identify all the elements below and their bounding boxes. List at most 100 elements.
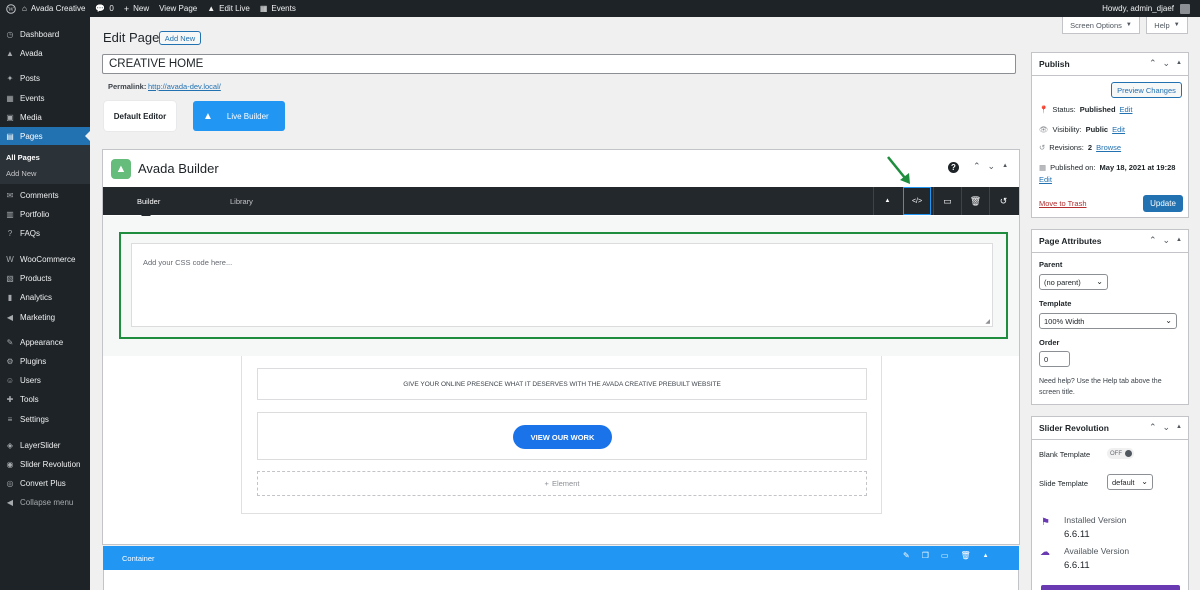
edit-status-link[interactable]: Edit	[1120, 105, 1133, 114]
chevron-down-icon: ⌄	[1165, 316, 1172, 325]
help-icon[interactable]: ?	[948, 162, 959, 173]
sidebar-item-pages[interactable]: ▤ Pages	[0, 127, 90, 145]
pin-icon: 📍	[1039, 105, 1049, 114]
edit-pencil-icon[interactable]: ✎	[903, 551, 910, 560]
view-our-work-button[interactable]: VIEW OUR WORK	[513, 425, 612, 449]
default-editor-button[interactable]: Default Editor	[104, 101, 176, 131]
trash-icon[interactable]: 🗑	[961, 187, 989, 215]
sidebar-item-avada[interactable]: ▲ Avada	[0, 44, 90, 62]
panel-controls: ⌃ ⌄ ▲	[973, 161, 1008, 172]
update-button[interactable]: Update	[1143, 195, 1183, 212]
toggle-arrow-icon[interactable]: ▲	[1176, 237, 1182, 246]
settings-icon: ≡	[7, 414, 13, 424]
clone-icon[interactable]: ❐	[922, 551, 929, 560]
tab-builder[interactable]: Builder	[137, 197, 160, 206]
edit-visibility-link[interactable]: Edit	[1112, 125, 1125, 134]
sidebar-item-media[interactable]: ▣ Media	[0, 108, 90, 126]
edit-live-link[interactable]: ▲ Edit Live	[207, 4, 250, 13]
chevron-down-icon[interactable]: ⌄	[988, 161, 996, 172]
history-icon[interactable]: ↺	[989, 187, 1017, 215]
sidebar-item-analytics[interactable]: ▮ Analytics	[0, 288, 90, 306]
layers-icon: ◈	[6, 440, 14, 450]
resize-handle-icon[interactable]: ◢	[985, 318, 990, 325]
sidebar-item-woocommerce[interactable]: W WooCommerce	[0, 250, 90, 268]
permalink-link[interactable]: http://avada-dev.local/	[148, 82, 221, 91]
visibility-value: Public	[1085, 125, 1109, 134]
sidebar-item-collapse-menu[interactable]: ◀ Collapse menu	[0, 493, 90, 511]
browse-revisions-link[interactable]: Browse	[1096, 143, 1121, 152]
toggle-arrow-icon[interactable]: ▲	[1002, 163, 1008, 172]
chevron-down-icon[interactable]: ⌄	[1163, 422, 1171, 433]
collapse-icon[interactable]: ▲	[873, 187, 901, 215]
parent-select[interactable]: (no parent) ⌄	[1039, 274, 1108, 290]
live-builder-button[interactable]: ▲ Live Builder	[193, 101, 285, 131]
save-template-icon[interactable]: ▭	[933, 187, 961, 215]
sidebar-item-slider-revolution[interactable]: ◉ Slider Revolution	[0, 455, 90, 473]
add-new-button[interactable]: Add New	[159, 31, 201, 45]
tab-library[interactable]: Library	[230, 197, 253, 206]
sidebar-item-dashboard[interactable]: ◷ Dashboard	[0, 25, 90, 43]
add-element-button[interactable]: + Element	[257, 471, 867, 496]
available-version-value: 6.6.11	[1064, 560, 1090, 571]
toggle-arrow-icon[interactable]: ▲	[1176, 60, 1182, 69]
sidebar-item-layerslider[interactable]: ◈ LayerSlider	[0, 436, 90, 454]
chevron-up-icon[interactable]: ⌃	[973, 161, 981, 172]
sidebar-item-tools[interactable]: ✚ Tools	[0, 390, 90, 408]
sidebar-item-users[interactable]: ☺ Users	[0, 371, 90, 389]
order-label: Order	[1039, 338, 1060, 347]
slide-template-select[interactable]: default ⌄	[1107, 474, 1153, 490]
sidebar-item-convert-plus[interactable]: ◎ Convert Plus	[0, 474, 90, 492]
screen-options-button[interactable]: Screen Options ▼	[1062, 17, 1140, 34]
brush-icon: ✎	[6, 337, 14, 347]
current-menu-pointer	[85, 131, 90, 141]
site-name-label: Avada Creative	[30, 4, 86, 13]
comments-link[interactable]: 💬 0	[95, 4, 113, 13]
sidebar-item-portfolio[interactable]: ▥ Portfolio	[0, 205, 90, 223]
chevron-down-icon[interactable]: ⌄	[1163, 235, 1171, 246]
site-name-link[interactable]: ⌂ Avada Creative	[22, 4, 85, 13]
chevron-up-icon[interactable]: ⌃	[1149, 235, 1157, 246]
code-icon[interactable]: </>	[903, 187, 931, 215]
page-heading: Edit Page	[103, 30, 160, 45]
chevron-up-icon[interactable]: ⌃	[1149, 58, 1157, 69]
sidebar-item-plugins[interactable]: ⚙ Plugins	[0, 352, 90, 370]
plugin-icon: ⚙	[6, 356, 14, 366]
preview-changes-button[interactable]: Preview Changes	[1111, 82, 1182, 98]
sidebar-item-label: Convert Plus	[20, 478, 66, 488]
slide-template-value: default	[1112, 477, 1135, 487]
upgrade-button[interactable]	[1041, 585, 1180, 590]
submenu-item-all-pages[interactable]: All Pages	[6, 153, 40, 162]
view-page-link[interactable]: View Page	[159, 4, 197, 13]
order-input[interactable]: 0	[1039, 351, 1070, 367]
help-button[interactable]: Help ▼	[1146, 17, 1188, 34]
sidebar-item-appearance[interactable]: ✎ Appearance	[0, 333, 90, 351]
history-icon: ↺	[1039, 143, 1046, 152]
save-template-icon[interactable]: ▭	[941, 551, 949, 560]
sidebar-item-settings[interactable]: ≡ Settings	[0, 410, 90, 428]
sidebar-item-marketing[interactable]: ◀ Marketing	[0, 308, 90, 326]
text-block[interactable]: GIVE YOUR ONLINE PRESENCE WHAT IT DESERV…	[257, 368, 867, 400]
dashboard-icon: ◷	[6, 29, 14, 39]
wp-logo-icon[interactable]: W	[6, 3, 16, 14]
events-link[interactable]: ▦ Events	[260, 4, 296, 13]
sidebar-item-faqs[interactable]: ? FAQs	[0, 224, 90, 242]
trash-icon[interactable]: 🗑	[960, 551, 970, 560]
submenu-item-add-new[interactable]: Add New	[6, 169, 36, 178]
sidebar-item-comments[interactable]: ✉ Comments	[0, 186, 90, 204]
move-to-trash-link[interactable]: Move to Trash	[1039, 199, 1087, 208]
new-content-link[interactable]: + New	[124, 4, 149, 14]
sidebar-item-products[interactable]: ▧ Products	[0, 269, 90, 287]
admin-bar: W ⌂ Avada Creative 💬 0 + New View Page ▲…	[0, 0, 1200, 17]
template-select[interactable]: 100% Width ⌄	[1039, 313, 1177, 329]
toggle-arrow-icon[interactable]: ▲	[1176, 424, 1182, 433]
blank-template-toggle[interactable]: OFF	[1107, 448, 1134, 459]
account-menu[interactable]: Howdy, admin_djaef	[1102, 0, 1190, 17]
edit-date-link[interactable]: Edit	[1039, 175, 1052, 184]
sidebar-item-events[interactable]: ▦ Events	[0, 89, 90, 107]
title-input[interactable]: CREATIVE HOME	[102, 54, 1016, 74]
chevron-down-icon[interactable]: ⌄	[1163, 58, 1171, 69]
collapse-icon[interactable]: ▲	[983, 553, 989, 560]
sidebar-item-posts[interactable]: ✦ Posts	[0, 69, 90, 87]
css-code-textarea[interactable]: Add your CSS code here... ◢	[131, 243, 993, 327]
chevron-up-icon[interactable]: ⌃	[1149, 422, 1157, 433]
